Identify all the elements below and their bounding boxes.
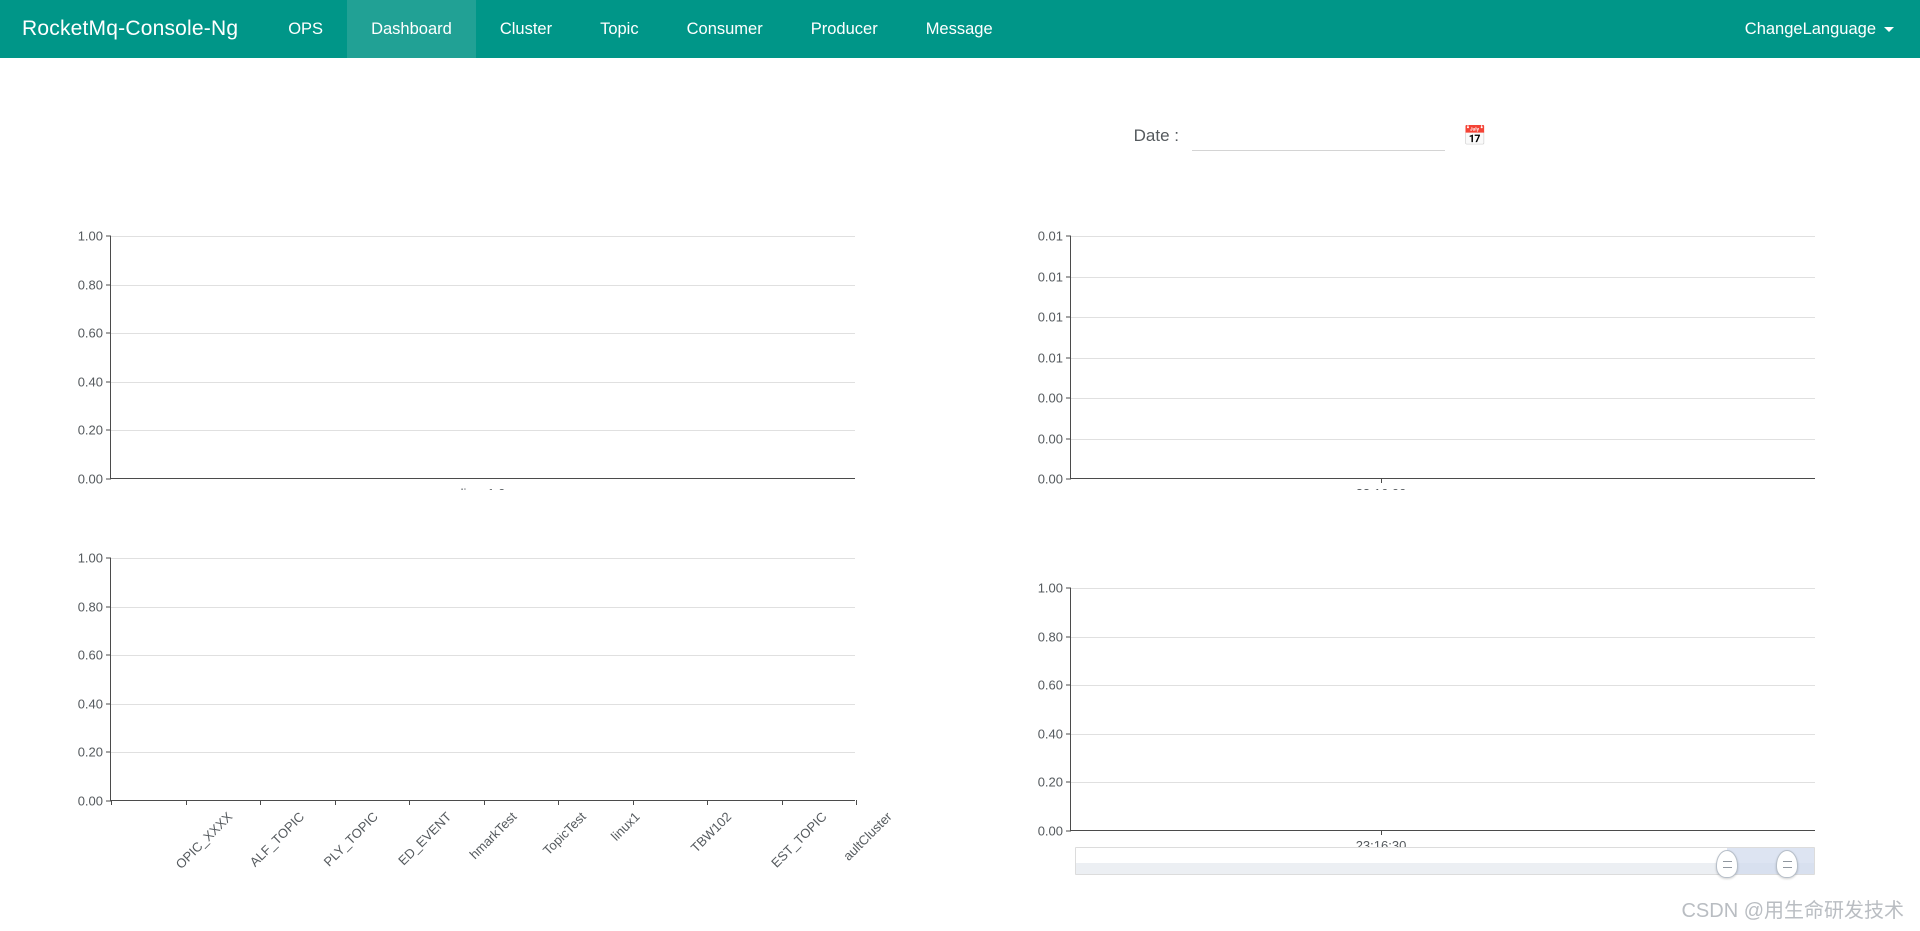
panel-broker-5min-trend: Broker 5min trend (960, 168, 1920, 566)
topic-top10-xtick-6: linux1 (607, 809, 643, 844)
topic-top10-chart[interactable]: 1.00 0.80 0.60 0.40 0.20 0.00 OPIC_XXXX … (0, 490, 960, 931)
date-filter-row: Date : 📅 (960, 116, 1920, 156)
topic-top10-xtick-8: EST_TOPIC (768, 809, 830, 871)
chevron-down-icon (1884, 26, 1894, 32)
change-language-dropdown[interactable]: ChangeLanguage (1745, 0, 1920, 58)
topic-top10-xtick-4: hmarkTest (466, 809, 520, 863)
broker-top10-chart[interactable]: 1.00 0.80 0.60 0.40 0.20 0.00 linux1:0 (0, 168, 960, 528)
dashboard-page: Broker TOP 10 TotalMsg (0, 58, 1920, 931)
topic-top10-xtick-5: TopicTest (539, 809, 589, 858)
topic-5min-ytick-0: 0.00 (1037, 823, 1063, 839)
left-column: Broker TOP 10 TotalMsg (0, 58, 960, 931)
topic-top10-plot: 1.00 0.80 0.60 0.40 0.20 0.00 OPIC_XXXX … (78, 551, 895, 872)
nav-item-list: OPS Dashboard Cluster Topic Consumer Pro… (264, 0, 1016, 58)
broker-top10-ytick-1: 0.20 (77, 422, 103, 438)
topic-5min-plot: 1.00 0.80 0.60 0.40 0.20 0.00 23:16:30 (1038, 581, 1815, 853)
top-navbar: RocketMq-Console-Ng OPS Dashboard Cluste… (0, 0, 1920, 58)
panel-topic-top10: Topic TOP 10 TotalMsg (0, 490, 960, 931)
topic-5min-ytick-1: 0.20 (1037, 774, 1063, 790)
broker-5min-ytick-3: 0.01 (1037, 350, 1063, 365)
right-column: Date : 📅 Broker 5min trend (960, 58, 1920, 931)
topic-top10-xtick-1: ALF_TOPIC (246, 809, 307, 870)
broker-5min-ytick-6: 0.01 (1037, 228, 1063, 244)
change-language-label: ChangeLanguage (1744, 19, 1876, 38)
topic-top10-xtick-9: aultCluster (839, 809, 895, 864)
nav-item-consumer[interactable]: Consumer (663, 0, 787, 58)
nav-item-message[interactable]: Message (902, 0, 1017, 58)
app-brand[interactable]: RocketMq-Console-Ng (0, 0, 264, 58)
datazoom-track (1076, 863, 1814, 874)
broker-5min-ytick-4: 0.01 (1037, 309, 1063, 325)
date-input[interactable] (1192, 121, 1445, 151)
broker-5min-ytick-0: 0.00 (1037, 471, 1063, 487)
broker-top10-ytick-3: 0.60 (77, 325, 103, 341)
topic-5min-ytick-5: 1.00 (1037, 580, 1063, 596)
datazoom-selection[interactable] (1727, 848, 1814, 874)
nav-item-topic[interactable]: Topic (576, 0, 663, 58)
nav-item-producer[interactable]: Producer (787, 0, 902, 58)
topic-5min-datazoom[interactable] (1075, 847, 1815, 878)
topic-top10-xtick-2: PLY_TOPIC (320, 809, 381, 870)
topic-5min-ytick-2: 0.40 (1037, 726, 1063, 742)
broker-top10-ytick-5: 1.00 (77, 228, 103, 244)
watermark: CSDN @用生命研发技术 (1681, 900, 1904, 922)
topic-top10-ytick-5: 1.00 (77, 550, 103, 566)
nav-item-cluster[interactable]: Cluster (476, 0, 576, 58)
broker-5min-ytick-1: 0.00 (1037, 431, 1063, 446)
topic-top10-xtick-3: ED_EVENT (394, 809, 454, 869)
panel-broker-top10: Broker TOP 10 TotalMsg (0, 168, 960, 528)
panel-topic-5min-trend: Topic 5min trend (960, 490, 1920, 931)
topic-top10-xtick-7: TBW102 (687, 809, 734, 856)
broker-top10-ytick-2: 0.40 (77, 374, 103, 390)
date-label: Date : (1133, 126, 1179, 145)
topic-top10-ytick-4: 0.80 (77, 599, 103, 615)
broker-5min-plot: 0.01 0.01 0.01 0.01 0.00 0.00 0.00 23:16… (1038, 229, 1815, 501)
broker-top10-ytick-0: 0.00 (77, 471, 103, 487)
datazoom-handle-right[interactable] (1776, 850, 1798, 878)
broker-5min-ytick-2: 0.00 (1037, 390, 1063, 406)
broker-5min-chart[interactable]: 0.01 0.01 0.01 0.01 0.00 0.00 0.00 23:16… (960, 168, 1920, 528)
topic-top10-xtick-0: OPIC_XXXX (172, 809, 236, 872)
topic-top10-ytick-0: 0.00 (77, 793, 103, 809)
topic-5min-ytick-3: 0.60 (1037, 677, 1063, 693)
topic-top10-ytick-3: 0.60 (77, 647, 103, 663)
topic-top10-ytick-2: 0.40 (77, 696, 103, 712)
nav-item-ops[interactable]: OPS (264, 0, 347, 58)
broker-5min-ytick-5: 0.01 (1037, 269, 1063, 284)
broker-top10-ytick-4: 0.80 (77, 277, 103, 293)
topic-top10-ytick-1: 0.20 (77, 744, 103, 760)
broker-top10-plot: 1.00 0.80 0.60 0.40 0.20 0.00 linux1:0 (78, 229, 855, 501)
nav-item-dashboard[interactable]: Dashboard (347, 0, 476, 58)
calendar-icon[interactable]: 📅 (1463, 127, 1487, 146)
datazoom-handle-left[interactable] (1716, 850, 1738, 878)
topic-5min-ytick-4: 0.80 (1037, 629, 1063, 645)
